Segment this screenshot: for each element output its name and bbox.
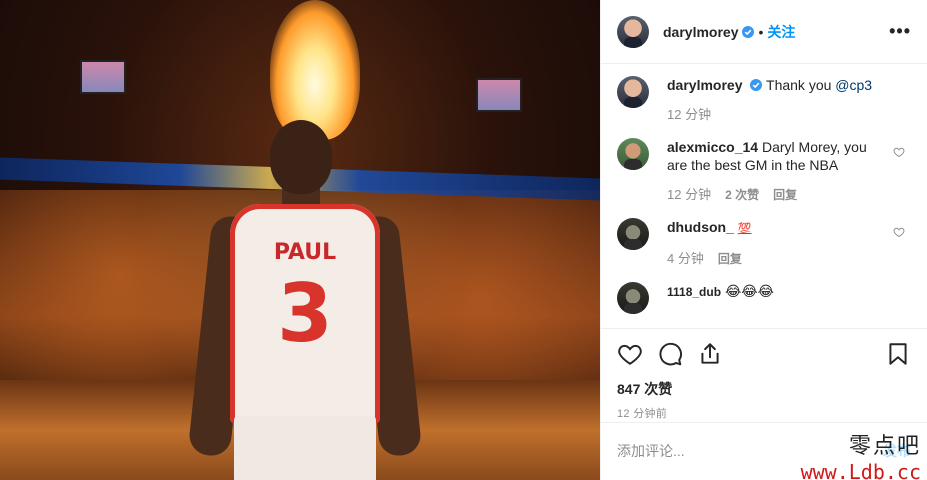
avatar[interactable] [617, 138, 649, 170]
comment-username[interactable]: alexmicco_14 [667, 139, 758, 155]
comment-username[interactable]: dhudson_ [667, 219, 734, 235]
comment-item: alexmicco_14 Daryl Morey, you are the be… [617, 138, 911, 204]
comment-body: dhudson_ 💯 4 分钟 回复 [667, 218, 911, 268]
post-actions: 847 次赞 12 分钟前 [601, 328, 927, 421]
comment-time[interactable]: 4 分钟 [667, 250, 704, 268]
like-comment-heart-icon[interactable] [893, 226, 905, 238]
player-jersey: PAUL 3 [230, 204, 380, 424]
post-header: darylmorey • 关注 ••• [601, 0, 927, 64]
avatar[interactable] [617, 15, 649, 48]
comment-likes[interactable]: 2 次赞 [725, 186, 759, 204]
arena-screen [476, 78, 522, 112]
share-icon[interactable] [697, 341, 723, 367]
avatar[interactable] [617, 282, 649, 314]
pyrotechnic-flame [270, 0, 360, 140]
comment-item: dhudson_ 💯 4 分钟 回复 [617, 218, 911, 268]
hundred-emoji-icon: 💯 [737, 223, 752, 235]
post-author-username[interactable]: darylmorey [663, 24, 738, 40]
reply-button[interactable]: 回复 [718, 250, 742, 268]
comment-text: 😂😂😂 [724, 283, 775, 299]
verified-badge-icon [742, 25, 755, 38]
comments-list[interactable]: darylmorey Thank you @cp3 12 分钟 alexmicc… [601, 64, 927, 328]
posted-time[interactable]: 12 分钟前 [617, 405, 911, 421]
avatar[interactable] [617, 218, 649, 250]
comment-meta: 4 分钟 回复 [667, 250, 883, 268]
avatar[interactable] [617, 76, 649, 108]
caption-comment: darylmorey Thank you @cp3 12 分钟 [617, 76, 911, 124]
comment-body: darylmorey Thank you @cp3 12 分钟 [667, 76, 911, 124]
player-shorts [234, 416, 376, 480]
comment-meta: 12 分钟 [667, 106, 883, 124]
comment-text: Thank you [766, 77, 836, 93]
mention-link[interactable]: @cp3 [835, 77, 872, 93]
jersey-name: PAUL [273, 240, 337, 265]
site-watermark: 零点吧 www.Ldb.cc [801, 428, 921, 480]
reply-button[interactable]: 回复 [773, 186, 797, 204]
like-heart-icon[interactable] [617, 341, 643, 367]
player-head [270, 120, 332, 194]
comment-username[interactable]: 1118_dub [667, 285, 721, 299]
separator: • [758, 23, 764, 40]
follow-button[interactable]: 关注 [767, 22, 795, 42]
watermark-title: 零点吧 [848, 434, 921, 459]
comment-username[interactable]: darylmorey [667, 77, 742, 93]
watermark-url: www.Ldb.cc [800, 460, 921, 480]
comment-time[interactable]: 12 分钟 [667, 186, 711, 204]
verified-badge-icon [750, 79, 763, 91]
comment-time[interactable]: 12 分钟 [667, 106, 711, 124]
more-options-button[interactable]: ••• [889, 21, 911, 42]
comment-body: alexmicco_14 Daryl Morey, you are the be… [667, 138, 911, 204]
like-comment-heart-icon[interactable] [893, 146, 905, 158]
action-icons-row [617, 339, 911, 369]
player-figure: PAUL 3 [187, 120, 423, 480]
post-sidebar: darylmorey • 关注 ••• darylmorey Thank you… [600, 0, 927, 480]
arena-screen [80, 60, 126, 94]
comment-item-partial: 1118_dub 😂😂😂 [617, 282, 911, 314]
likes-count[interactable]: 847 次赞 [617, 379, 911, 399]
comment-bubble-icon[interactable] [657, 341, 683, 367]
jersey-number: 3 [277, 267, 333, 360]
post-image[interactable]: PAUL 3 [0, 0, 600, 480]
comment-body: 1118_dub 😂😂😂 [667, 282, 911, 314]
comment-meta: 12 分钟 2 次赞 回复 [667, 186, 883, 204]
bookmark-icon[interactable] [885, 341, 911, 367]
